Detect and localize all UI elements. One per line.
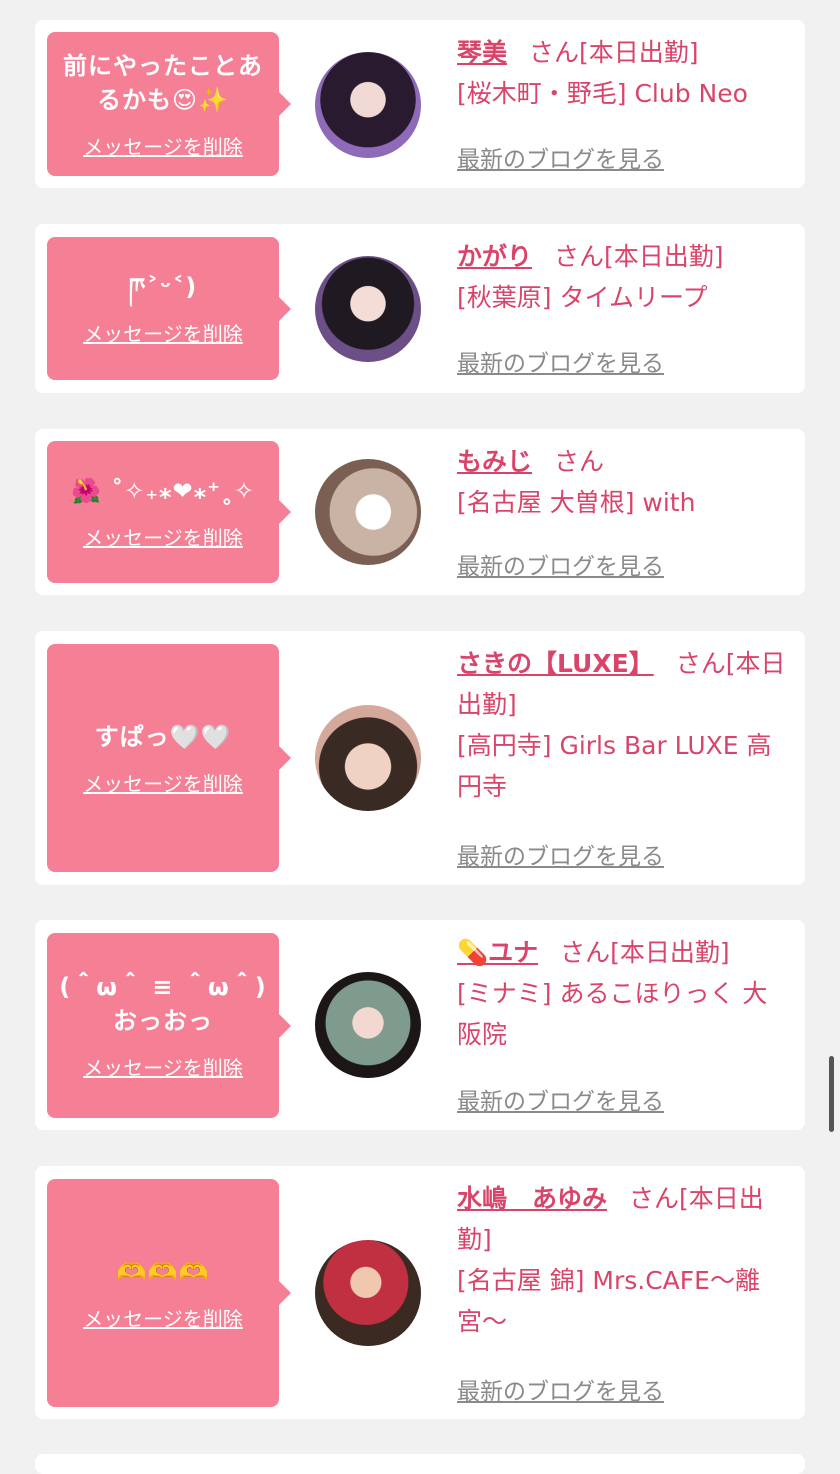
message-card: (＾ω＾ ≡ ＾ω＾) おっおっ メッセージを削除 💊ユナ さん[本日出勤] [ミ…: [35, 920, 805, 1130]
girl-name-link[interactable]: 琴美: [457, 38, 507, 67]
shop-info: [桜木町・野毛] Club Neo: [457, 79, 748, 108]
message-bubble: 前にやったことあるかも😍✨ メッセージを削除: [47, 32, 291, 176]
message-card: すぱっ🤍🤍 メッセージを削除 さきの【LUXE】 さん[本日出勤] [高円寺] G…: [35, 631, 805, 885]
profile-info: 💊ユナ さん[本日出勤] [ミナミ] あるこほりっく 大阪院: [457, 932, 791, 1055]
message-card: ཫ˃ᵕ˂) メッセージを削除 かがり さん[本日出勤] [秋葉原] タイムリープ …: [35, 224, 805, 393]
name-suffix: さん[本日出勤]: [560, 938, 730, 967]
message-bubble: ཫ˃ᵕ˂) メッセージを削除: [47, 237, 291, 380]
shop-info: [秋葉原] タイムリープ: [457, 283, 708, 312]
avatar[interactable]: [315, 1240, 421, 1346]
shop-info: [ミナミ] あるこほりっく 大阪院: [457, 979, 768, 1049]
latest-blog-link[interactable]: 最新のブログを見る: [457, 1082, 664, 1116]
message-text: 🫶🫶🫶: [116, 1257, 210, 1286]
shop-info: [高円寺] Girls Bar LUXE 高円寺: [457, 731, 772, 801]
delete-message-link[interactable]: メッセージを削除: [83, 768, 243, 797]
girl-name-link[interactable]: もみじ: [457, 447, 532, 476]
message-text: ཫ˃ᵕ˂): [128, 273, 198, 301]
name-suffix: さん[本日出勤]: [554, 242, 724, 271]
message-card: 🫶🫶🫶 メッセージを削除 水嶋 あゆみ さん[本日出勤] [名古屋 錦] Mrs.…: [35, 1166, 805, 1419]
delete-message-link[interactable]: メッセージを削除: [83, 1303, 243, 1332]
profile-info: もみじ さん [名古屋 大曽根] with: [457, 441, 791, 523]
message-bubble: すぱっ🤍🤍 メッセージを削除: [47, 644, 291, 872]
latest-blog-link[interactable]: 最新のブログを見る: [457, 1372, 664, 1406]
latest-blog-link[interactable]: 最新のブログを見る: [457, 344, 664, 378]
shop-info: [名古屋 大曽根] with: [457, 488, 696, 517]
delete-message-link[interactable]: メッセージを削除: [83, 131, 243, 160]
delete-message-link[interactable]: メッセージを削除: [83, 522, 243, 551]
profile-info: かがり さん[本日出勤] [秋葉原] タイムリープ: [457, 236, 791, 318]
delete-message-link[interactable]: メッセージを削除: [83, 1052, 243, 1081]
profile-info: 水嶋 あゆみ さん[本日出勤] [名古屋 錦] Mrs.CAFE〜離宮〜: [457, 1178, 791, 1342]
avatar[interactable]: [315, 256, 421, 362]
avatar[interactable]: [315, 52, 421, 158]
shop-info: [名古屋 錦] Mrs.CAFE〜離宮〜: [457, 1266, 760, 1336]
profile-info: さきの【LUXE】 さん[本日出勤] [高円寺] Girls Bar LUXE 高…: [457, 643, 791, 807]
message-card: 前にやったことあるかも😍✨ メッセージを削除 琴美 さん[本日出勤] [桜木町・野…: [35, 20, 805, 188]
latest-blog-link[interactable]: 最新のブログを見る: [457, 140, 664, 174]
girl-name-link[interactable]: 💊ユナ: [457, 938, 538, 967]
girl-name-link[interactable]: 水嶋 あゆみ: [457, 1184, 607, 1213]
name-suffix: さん: [554, 447, 605, 476]
latest-blog-link[interactable]: 最新のブログを見る: [457, 547, 664, 581]
message-text: 前にやったことあるかも😍✨: [63, 51, 263, 114]
girl-name-link[interactable]: さきの【LUXE】: [457, 649, 654, 678]
message-text: すぱっ🤍🤍: [94, 722, 232, 751]
avatar[interactable]: [315, 459, 421, 565]
avatar[interactable]: [315, 705, 421, 811]
delete-message-link[interactable]: メッセージを削除: [83, 318, 243, 347]
message-bubble: 🌺 ˚✧₊⁎❤︎⁎⁺˳✧ メッセージを削除: [47, 441, 291, 583]
message-card-partial: [35, 1454, 805, 1474]
avatar[interactable]: [315, 972, 421, 1078]
girl-name-link[interactable]: かがり: [457, 242, 532, 271]
message-bubble: (＾ω＾ ≡ ＾ω＾) おっおっ メッセージを削除: [47, 933, 291, 1118]
message-text: 🌺 ˚✧₊⁎❤︎⁎⁺˳✧: [70, 476, 255, 505]
message-card: 🌺 ˚✧₊⁎❤︎⁎⁺˳✧ メッセージを削除 もみじ さん [名古屋 大曽根] wi…: [35, 429, 805, 595]
message-bubble: 🫶🫶🫶 メッセージを削除: [47, 1179, 291, 1407]
scrollbar[interactable]: [829, 1056, 834, 1132]
message-text: (＾ω＾ ≡ ＾ω＾) おっおっ: [59, 973, 267, 1035]
name-suffix: さん[本日出勤]: [529, 38, 699, 67]
profile-info: 琴美 さん[本日出勤] [桜木町・野毛] Club Neo: [457, 32, 791, 114]
latest-blog-link[interactable]: 最新のブログを見る: [457, 837, 664, 871]
